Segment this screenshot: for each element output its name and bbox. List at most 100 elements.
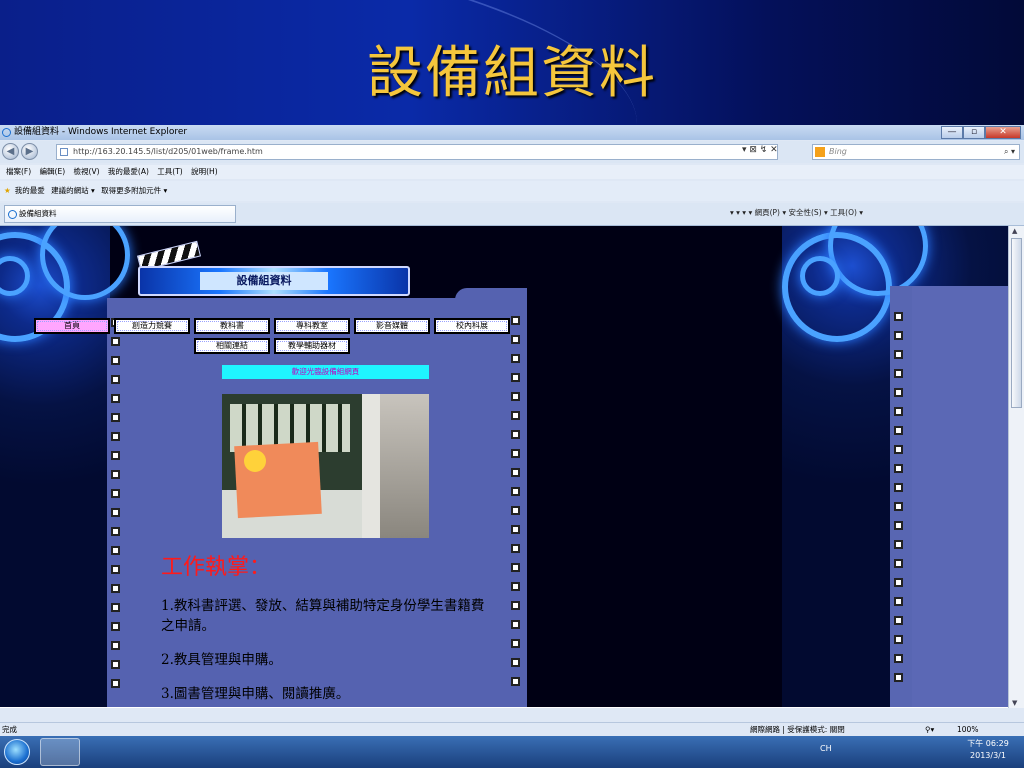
- sprocket-hole: [511, 411, 520, 420]
- sprocket-hole: [894, 521, 903, 530]
- menu-bar: 檔案(F) 編輯(E) 檢視(V) 我的最愛(A) 工具(T) 說明(H): [0, 165, 1024, 179]
- sprocket-hole: [894, 369, 903, 378]
- menu-favorites[interactable]: 我的最愛(A): [108, 167, 149, 176]
- window-controls: — ▫ ✕: [941, 126, 1021, 139]
- favorites-bar: ★ 我的最愛 建議的網站 ▾ 取得更多附加元件 ▾: [0, 181, 1024, 201]
- address-tools[interactable]: ▾ ⊠ ↯ ✕: [742, 145, 778, 155]
- sprocket-hole: [111, 375, 120, 384]
- sprocket-hole: [111, 413, 120, 422]
- sprocket-hole: [894, 597, 903, 606]
- zoom-level[interactable]: 100%: [957, 723, 978, 736]
- taskbar-ie-icon[interactable]: [40, 738, 80, 766]
- vertical-scrollbar[interactable]: ▲ ▼: [1008, 226, 1024, 708]
- film-sprocket-holes: [111, 318, 123, 698]
- bing-icon: [815, 147, 825, 157]
- protected-mode-icon[interactable]: ⚲▾: [925, 723, 934, 736]
- security-zone[interactable]: 網際網路 | 受保護模式: 關閉: [750, 723, 845, 736]
- nav-science-fair[interactable]: 校內科展: [434, 318, 510, 334]
- minimize-button[interactable]: —: [941, 126, 963, 139]
- close-button[interactable]: ✕: [985, 126, 1021, 139]
- sprocket-hole: [894, 331, 903, 340]
- url-text: http://163.20.145.5/list/d205/01web/fram…: [73, 147, 263, 156]
- search-icon[interactable]: ⌕ ▾: [1004, 145, 1015, 159]
- nav-av-media[interactable]: 影音媒體: [354, 318, 430, 334]
- sprocket-hole: [511, 525, 520, 534]
- sprocket-hole: [111, 451, 120, 460]
- sprocket-hole: [894, 635, 903, 644]
- nav-creativity-contest[interactable]: 創造力競賽: [114, 318, 190, 334]
- duty-item: 2.教具管理與申購。: [161, 652, 282, 668]
- sprocket-hole: [894, 578, 903, 587]
- scroll-up-icon[interactable]: ▲: [1012, 227, 1017, 235]
- sprocket-hole: [111, 603, 120, 612]
- get-addons[interactable]: 取得更多附加元件 ▾: [101, 186, 167, 195]
- sprocket-hole: [894, 483, 903, 492]
- sprocket-hole: [111, 660, 120, 669]
- ie-icon: [8, 210, 17, 219]
- web-page: 設備組資料 首頁 創造力競賽 教科書 專科教室 影音媒體 校內科展 相關連結 教…: [0, 226, 1008, 708]
- address-bar-row: ◀ ▶ http://163.20.145.5/list/d205/01web/…: [0, 141, 1024, 163]
- nav-textbooks[interactable]: 教科書: [194, 318, 270, 334]
- sprocket-hole: [511, 639, 520, 648]
- slide-title: 設備組資料: [367, 41, 657, 106]
- sprocket-hole: [111, 546, 120, 555]
- menu-help[interactable]: 說明(H): [191, 167, 218, 176]
- sprocket-hole: [111, 584, 120, 593]
- scroll-down-icon[interactable]: ▼: [1012, 699, 1017, 707]
- suggested-sites[interactable]: 建議的網站 ▾: [51, 186, 95, 195]
- sprocket-hole: [511, 449, 520, 458]
- school-photo: [222, 394, 429, 538]
- search-input[interactable]: Bing ⌕ ▾: [812, 144, 1020, 160]
- nav-related-links[interactable]: 相關連結: [194, 338, 270, 354]
- sprocket-hole: [894, 407, 903, 416]
- window-titlebar: 設備組資料 - Windows Internet Explorer — ▫ ✕: [0, 125, 1024, 140]
- clock[interactable]: 下午 06:29 2013/3/1: [958, 738, 1018, 762]
- right-reel-background: [782, 226, 1008, 708]
- nav-teaching-aids[interactable]: 教學輔助器材: [274, 338, 350, 354]
- nav-home[interactable]: 首頁: [34, 318, 110, 334]
- menu-file[interactable]: 檔案(F): [6, 167, 31, 176]
- menu-view[interactable]: 檢視(V): [74, 167, 100, 176]
- star-icon: ★: [4, 186, 11, 195]
- page-bottom-strip: welcome: [0, 707, 1008, 708]
- duty-item: 3.圖書管理與申購、閱讀推廣。: [161, 686, 350, 702]
- left-reel-background: [0, 226, 130, 708]
- sprocket-hole: [894, 388, 903, 397]
- taskbar-media-player-icon[interactable]: [130, 738, 170, 766]
- clock-date: 2013/3/1: [970, 751, 1006, 760]
- sprocket-hole: [894, 426, 903, 435]
- nav-special-classrooms[interactable]: 專科教室: [274, 318, 350, 334]
- command-bar[interactable]: ▾ ▾ ▾ ▾ 網頁(P) ▾ 安全性(S) ▾ 工具(O) ▾: [730, 207, 863, 218]
- sprocket-hole: [511, 468, 520, 477]
- sprocket-hole: [511, 544, 520, 553]
- window-title: 設備組資料 - Windows Internet Explorer: [14, 127, 188, 137]
- duty-item: 1.教科書評選、發放、結算與補助特定身份學生書籍費之申請。: [161, 598, 485, 634]
- sprocket-hole: [111, 394, 120, 403]
- sprocket-hole: [111, 622, 120, 631]
- maximize-button[interactable]: ▫: [963, 126, 985, 139]
- sprocket-hole: [111, 356, 120, 365]
- sprocket-hole: [511, 601, 520, 610]
- taskbar-chrome-icon[interactable]: [175, 738, 215, 766]
- scroll-thumb[interactable]: [1011, 238, 1022, 408]
- sprocket-hole: [894, 673, 903, 682]
- sprocket-hole: [111, 432, 120, 441]
- start-button[interactable]: [4, 739, 30, 765]
- menu-edit[interactable]: 編輯(E): [40, 167, 66, 176]
- film-sprocket-holes: [894, 312, 906, 692]
- tray-lang[interactable]: CH: [820, 744, 832, 753]
- taskbar-folder-icon[interactable]: [90, 738, 130, 766]
- tab-current[interactable]: 設備組資料: [4, 205, 236, 223]
- taskbar: CH 下午 06:29 2013/3/1: [0, 736, 1024, 768]
- sprocket-hole: [111, 641, 120, 650]
- site-header: 設備組資料: [138, 266, 410, 296]
- address-input[interactable]: http://163.20.145.5/list/d205/01web/fram…: [56, 144, 778, 160]
- system-tray: CH: [820, 744, 832, 753]
- sprocket-hole: [511, 392, 520, 401]
- back-button[interactable]: ◀: [2, 143, 19, 160]
- menu-tools[interactable]: 工具(T): [157, 167, 182, 176]
- forward-button[interactable]: ▶: [21, 143, 38, 160]
- favorites-button[interactable]: 我的最愛: [15, 186, 45, 195]
- sprocket-hole: [894, 559, 903, 568]
- sprocket-hole: [894, 350, 903, 359]
